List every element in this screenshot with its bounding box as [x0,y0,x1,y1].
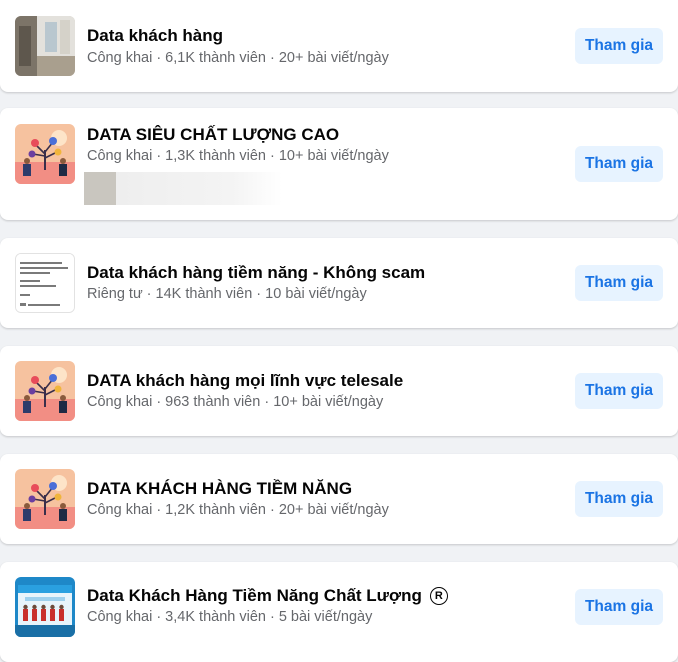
group-meta: Công khai · 1,2K thành viên · 20+ bài vi… [87,502,389,518]
group-name[interactable]: DATA KHÁCH HÀNG TIỀM NĂNG [87,479,352,499]
join-button[interactable]: Tham gia [575,373,663,409]
join-button[interactable]: Tham gia [575,28,663,64]
team-banner-icon[interactable] [15,577,75,637]
registered-badge-icon: R [429,587,448,605]
group-card[interactable]: DATA SIÊU CHẤT LƯỢNG CAO Công khai · 1,3… [0,108,678,220]
group-name[interactable]: Data Khách Hàng Tiềm Năng Chất Lượng R [87,586,448,606]
join-button[interactable]: Tham gia [575,481,663,517]
group-card[interactable]: DATA KHÁCH HÀNG TIỀM NĂNG Công khai · 1,… [0,454,678,544]
group-card[interactable]: Data Khách Hàng Tiềm Năng Chất Lượng R C… [0,562,678,662]
group-card[interactable]: DATA khách hàng mọi lĩnh vực telesale Cô… [0,346,678,436]
group-meta: Công khai · 6,1K thành viên · 20+ bài vi… [87,50,389,66]
text-document-icon[interactable] [15,253,75,313]
group-meta: Riêng tư · 14K thành viên · 10 bài viết/… [87,286,367,302]
group-name[interactable]: Data khách hàng [87,26,223,46]
group-name[interactable]: DATA khách hàng mọi lĩnh vực telesale [87,371,403,391]
join-button[interactable]: Tham gia [575,589,663,625]
people-tree-illustration-icon[interactable] [15,469,75,529]
people-tree-illustration-icon[interactable] [15,124,75,184]
group-name[interactable]: DATA SIÊU CHẤT LƯỢNG CAO [87,125,339,145]
group-meta: Công khai · 963 thành viên · 10+ bài viế… [87,394,384,410]
group-card[interactable]: Data khách hàng tiềm năng - Không scam R… [0,238,678,328]
room-photo-icon[interactable] [15,16,75,76]
join-button[interactable]: Tham gia [575,265,663,301]
join-button[interactable]: Tham gia [575,146,663,182]
group-card[interactable]: Data khách hàng Công khai · 6,1K thành v… [0,0,678,92]
redacted-block [84,172,282,205]
people-tree-illustration-icon[interactable] [15,361,75,421]
group-meta: Công khai · 1,3K thành viên · 10+ bài vi… [87,148,389,164]
group-meta: Công khai · 3,4K thành viên · 5 bài viết… [87,609,373,625]
group-name[interactable]: Data khách hàng tiềm năng - Không scam [87,263,425,283]
